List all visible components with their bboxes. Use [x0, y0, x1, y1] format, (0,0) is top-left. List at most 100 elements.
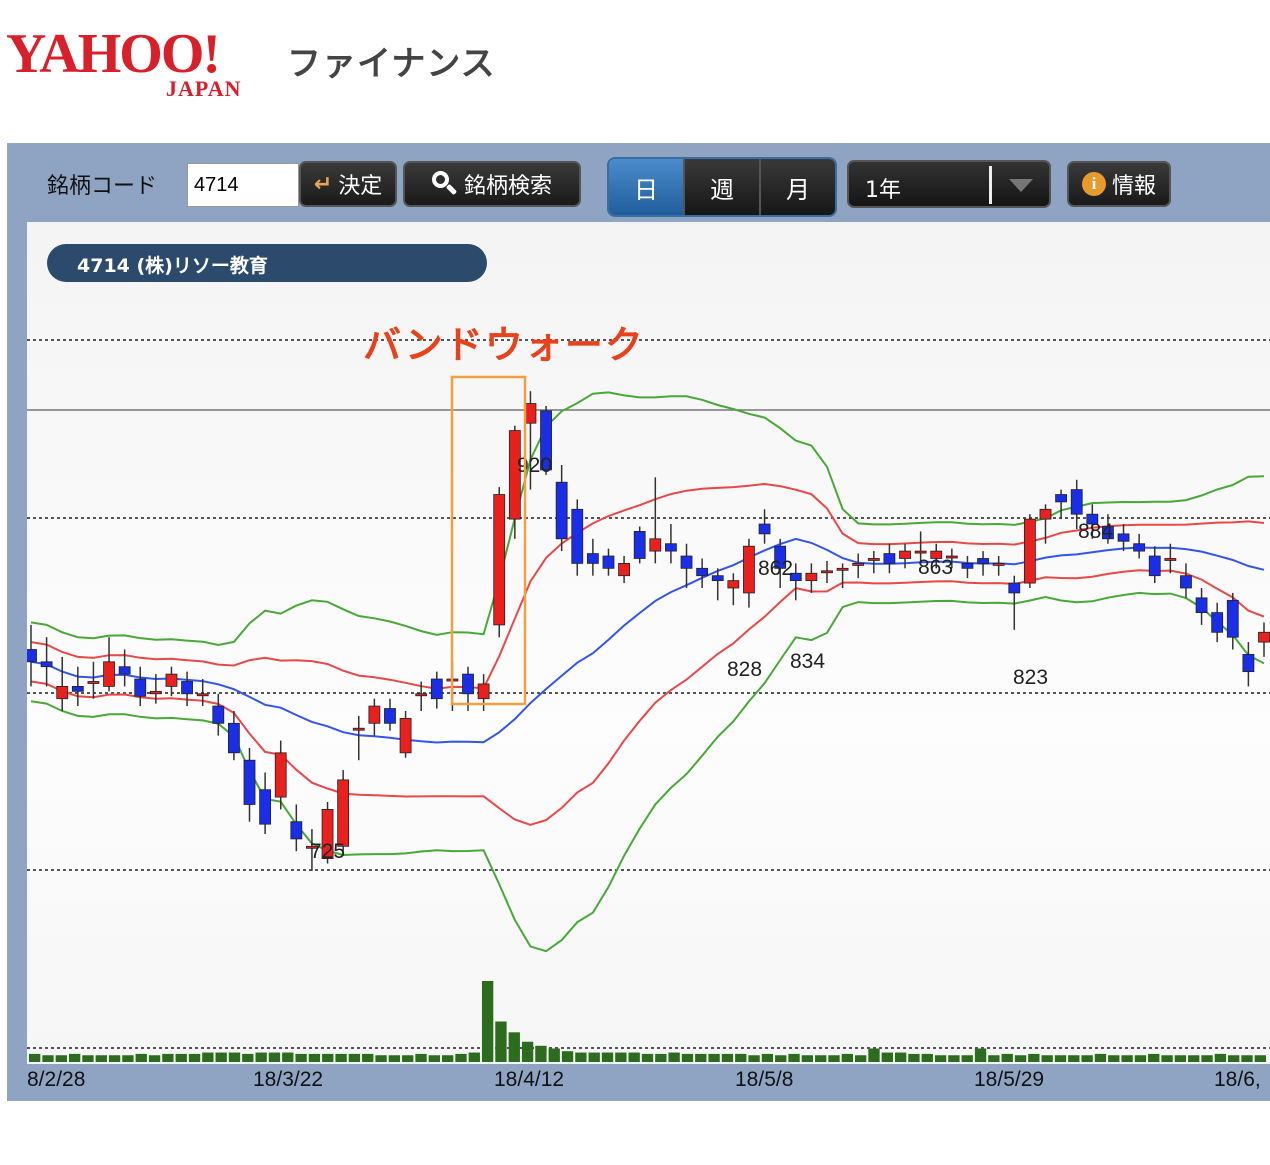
stock-search-button[interactable]: 銘柄検索 [403, 161, 581, 207]
volume-bar [202, 1052, 214, 1062]
volume-bar [868, 1048, 880, 1062]
candle-body [430, 678, 443, 700]
volume-bar [1014, 1055, 1027, 1062]
x-tick-label: 8/2/28 [27, 1068, 86, 1091]
volume-bar [948, 1055, 960, 1062]
bollinger-lower-1sigma [30, 569, 1265, 826]
volume-bar [29, 1053, 41, 1062]
x-axis: 8/2/28 18/3/22 18/4/12 18/5/8 18/5/29 18… [7, 1064, 1270, 1101]
candle-body [571, 508, 584, 564]
band-walk-highlight [450, 375, 527, 706]
volume-bar [894, 1052, 907, 1062]
volume-bar [162, 1053, 174, 1062]
stock-search-label: 銘柄検索 [463, 174, 552, 199]
candle-body [290, 821, 303, 840]
candle-body [368, 705, 381, 724]
tab-daily[interactable]: 日 [609, 159, 683, 215]
candle-body [1133, 543, 1146, 552]
volume-bar [495, 1021, 507, 1062]
x-tick-label: 18/4/12 [494, 1068, 565, 1091]
volume-bar [841, 1053, 853, 1062]
candle-body [1242, 654, 1255, 673]
candle-body [852, 562, 865, 566]
search-icon [431, 171, 458, 197]
volume-bar [855, 1055, 867, 1062]
volume-bar [1134, 1055, 1147, 1062]
logo-japan-text: JAPAN [166, 76, 242, 101]
candle-body [992, 562, 1005, 566]
stock-name-badge: 4714 (株)リソー教育 [47, 244, 487, 282]
price-label: 828 [727, 658, 762, 681]
volume-bar [521, 1041, 534, 1062]
volume-bar [588, 1052, 600, 1062]
price-label: 920 [517, 454, 552, 477]
volume-bar [188, 1053, 201, 1062]
yahoo-finance-logo[interactable]: YAHOO! JAPAN [6, 22, 276, 102]
volume-bar [548, 1048, 560, 1062]
candle-body [1008, 582, 1021, 594]
chart-area: 920 862 863 884 725 828 834 823 4714 (株)リソー教育 バ… [27, 222, 1270, 1064]
volume-bar [655, 1053, 667, 1062]
site-header: YAHOO! JAPAN ファイナンス [0, 0, 1270, 110]
candle-body [961, 562, 974, 569]
candle-body [680, 555, 693, 569]
candle-body [134, 678, 147, 697]
volume-bar [535, 1045, 547, 1062]
candle-body [805, 572, 818, 582]
x-tick-label: 18/3/22 [253, 1068, 324, 1091]
volume-bar [1241, 1055, 1253, 1062]
candle-body [633, 531, 646, 559]
volume-bar [442, 1055, 454, 1062]
volume-bar [921, 1053, 933, 1062]
candle-body [1195, 597, 1208, 613]
candle-body [56, 685, 69, 700]
volume-bar [775, 1055, 787, 1062]
info-button[interactable]: i 情報 [1067, 161, 1171, 207]
volume-bar [148, 1055, 161, 1062]
range-select-divider [989, 166, 992, 204]
candlestick-chart: 920 862 863 884 725 828 834 823 [27, 339, 1270, 1062]
volume-bar [575, 1052, 587, 1062]
volume-bar [415, 1053, 427, 1062]
chevron-down-icon [1009, 179, 1033, 192]
period-tabs: 日 週 月 [607, 157, 837, 217]
volume-bar [175, 1053, 187, 1062]
tab-monthly[interactable]: 月 [759, 159, 835, 215]
volume-bar [1174, 1055, 1187, 1062]
candle-body [1164, 558, 1177, 561]
volume-bar [135, 1053, 147, 1062]
range-select[interactable]: 1年 [847, 160, 1051, 208]
stock-code-input[interactable]: 4714 [187, 163, 299, 207]
volume-bar [1041, 1055, 1053, 1062]
candle-body [727, 580, 740, 589]
volume-bar [881, 1052, 893, 1062]
volume-bar [668, 1052, 680, 1062]
chart-toolbar: 銘柄コード 4714 ↵ 決定 銘柄検索 日 週 月 1年 i 情報 [7, 143, 1270, 221]
price-label: 834 [790, 650, 825, 673]
candle-body [711, 575, 724, 582]
volume-bar [1161, 1055, 1173, 1062]
volume-bar [295, 1053, 307, 1062]
candle-body [883, 553, 896, 564]
candle-body [977, 558, 989, 564]
volume-bar [1094, 1053, 1107, 1062]
candle-body [71, 685, 84, 692]
candle-body [462, 673, 474, 695]
decide-button[interactable]: ↵ 決定 [299, 161, 397, 207]
volume-bar [1108, 1055, 1120, 1062]
candle-body [618, 562, 630, 577]
tab-weekly[interactable]: 週 [683, 159, 759, 215]
volume-bar [215, 1052, 227, 1062]
candle-body [274, 752, 287, 798]
candle-body [524, 403, 537, 424]
candle-body [103, 661, 115, 687]
candle-body [821, 570, 833, 574]
volume-bar [908, 1053, 920, 1062]
volume-bar [801, 1055, 814, 1062]
volume-bar [1028, 1053, 1040, 1062]
candle-body [586, 553, 599, 564]
price-label: 862 [758, 557, 793, 580]
volume-bar [481, 981, 494, 1062]
volume-bar [615, 1052, 627, 1062]
candle-body [1148, 555, 1161, 577]
